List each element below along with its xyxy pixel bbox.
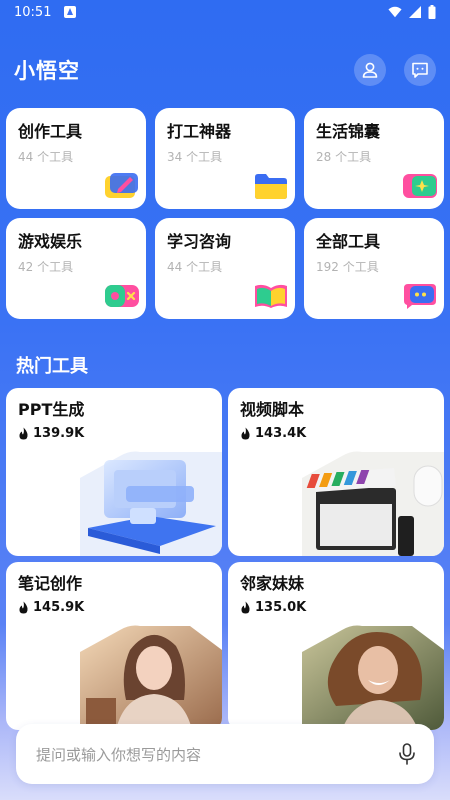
hot-tools-title: 热门工具 xyxy=(16,356,88,377)
category-card-study[interactable]: 学习咨询 44 个工具 xyxy=(155,218,295,319)
hot-tool-name: 邻家妹妹 xyxy=(240,574,305,593)
gamepad-icon xyxy=(105,285,139,307)
signal-icon xyxy=(409,6,421,18)
wifi-icon xyxy=(388,6,402,18)
clapperboard-illustration xyxy=(302,451,444,556)
hot-tool-stat: 135.0K xyxy=(240,600,432,615)
category-card-life[interactable]: 生活锦囊 28 个工具 xyxy=(304,108,444,209)
category-card-creation[interactable]: 创作工具 44 个工具 xyxy=(6,108,146,209)
app-title: 小悟空 xyxy=(14,59,80,83)
category-name: 游戏娱乐 xyxy=(18,232,83,251)
hot-tool-stat: 139.9K xyxy=(18,426,210,441)
hot-tool-name: 笔记创作 xyxy=(18,574,83,593)
category-grid: 创作工具 44 个工具 打工神器 34 个工具 生活锦囊 28 个工具 游戏娱乐… xyxy=(6,108,444,319)
hot-tool-stat-value: 135.0K xyxy=(255,600,307,615)
category-name: 生活锦囊 xyxy=(316,122,381,141)
chat-icon xyxy=(412,62,428,78)
prompt-input-bar[interactable]: 提问或输入你想写的内容 xyxy=(16,724,434,784)
hot-tool-card-video-script[interactable]: 视频脚本 143.4K xyxy=(228,388,444,556)
book-icon xyxy=(255,284,287,308)
flame-icon xyxy=(241,601,250,614)
hot-tool-stat-value: 139.9K xyxy=(33,426,85,441)
category-count: 42 个工具 xyxy=(18,260,74,274)
messages-button[interactable] xyxy=(404,54,436,86)
hot-tool-stat-value: 145.9K xyxy=(33,600,85,615)
pencil-card-icon xyxy=(105,173,138,198)
hot-tool-stat: 145.9K xyxy=(18,600,210,615)
hot-tool-card-ppt[interactable]: PPT生成 139.9K xyxy=(6,388,222,556)
microphone-icon[interactable] xyxy=(398,743,416,765)
hot-tools-grid: PPT生成 139.9K 视频脚本 143.4K 笔记创作 145.9K 邻家妹… xyxy=(6,388,444,730)
category-count: 44 个工具 xyxy=(18,150,74,164)
hot-tool-name: PPT生成 xyxy=(18,400,85,419)
flame-icon xyxy=(241,427,250,440)
battery-icon xyxy=(428,5,436,19)
notification-icon xyxy=(64,6,77,18)
chat-bubble-dots-icon xyxy=(404,284,436,309)
category-card-all[interactable]: 全部工具 192 个工具 xyxy=(304,218,444,319)
hot-tool-card-notes[interactable]: 笔记创作 145.9K xyxy=(6,562,222,730)
category-count: 44 个工具 xyxy=(167,260,223,274)
hot-tool-name: 视频脚本 xyxy=(240,400,305,419)
category-count: 34 个工具 xyxy=(167,150,223,164)
portrait-photo-woman xyxy=(80,625,222,730)
hot-tool-card-neighbor-girl[interactable]: 邻家妹妹 135.0K xyxy=(228,562,444,730)
ppt-3d-illustration xyxy=(80,451,222,556)
status-bar: 10:51 xyxy=(0,0,450,24)
category-count: 192 个工具 xyxy=(316,260,379,274)
folder-icon xyxy=(255,174,287,199)
category-name: 打工神器 xyxy=(167,122,232,141)
category-count: 28 个工具 xyxy=(316,150,372,164)
category-name: 学习咨询 xyxy=(167,232,232,251)
category-card-games[interactable]: 游戏娱乐 42 个工具 xyxy=(6,218,146,319)
flame-icon xyxy=(19,601,28,614)
hot-tool-stat-value: 143.4K xyxy=(255,426,307,441)
category-name: 创作工具 xyxy=(18,122,83,141)
category-card-work[interactable]: 打工神器 34 个工具 xyxy=(155,108,295,209)
profile-button[interactable] xyxy=(354,54,386,86)
user-icon xyxy=(362,62,378,78)
app-header: 小悟空 xyxy=(0,50,450,90)
flame-icon xyxy=(19,427,28,440)
hot-tool-stat: 143.4K xyxy=(240,426,432,441)
status-time: 10:51 xyxy=(14,4,52,20)
prompt-input[interactable]: 提问或输入你想写的内容 xyxy=(36,744,201,765)
portrait-photo-laughing-woman xyxy=(302,625,444,730)
sparkle-card-icon xyxy=(403,174,437,198)
category-name: 全部工具 xyxy=(316,232,381,251)
